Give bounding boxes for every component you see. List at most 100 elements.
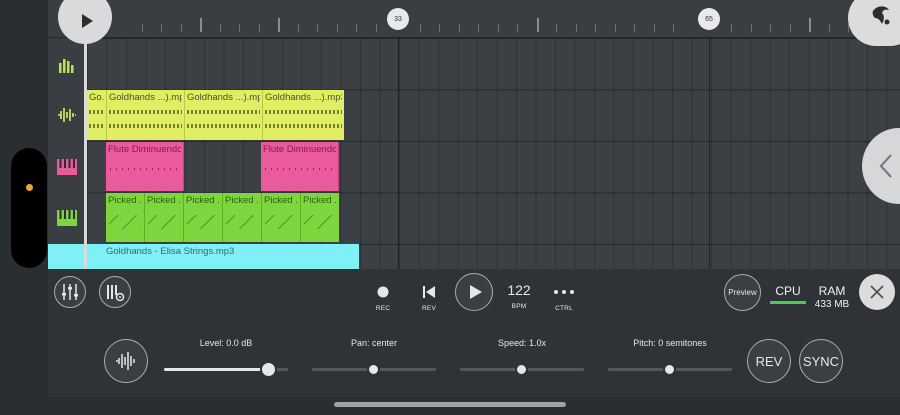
piano-settings-icon: [107, 285, 125, 302]
mixer-button[interactable]: [54, 276, 86, 308]
clip-title: Picked ...: [225, 195, 259, 206]
close-button[interactable]: [859, 274, 895, 310]
mixer-sliders-icon: [62, 284, 78, 300]
audio-clip[interactable]: Goldhands ...).mp3: [263, 90, 344, 140]
skip-back-icon: [422, 283, 436, 301]
rewind-label: REV: [422, 305, 436, 312]
ruler-tick: [770, 24, 771, 32]
preview-label: Preview: [728, 288, 757, 297]
clip-title: Picked ...: [147, 195, 181, 206]
ruler-tick: [181, 24, 182, 32]
pan-thumb[interactable]: [367, 363, 380, 376]
reverse-label: REV: [755, 353, 783, 369]
clip-title: Picked ...: [264, 195, 298, 206]
level-bars-icon: [59, 59, 74, 73]
ruler-tick: [634, 24, 635, 32]
transport-play-button[interactable]: [455, 273, 493, 311]
play-icon: [469, 285, 482, 299]
bar-marker: 33: [387, 8, 409, 30]
clip-title: Goldhands ...).mp3: [265, 92, 342, 103]
more-dots-icon: [553, 283, 575, 301]
pattern-clip[interactable]: Picked ...: [184, 193, 223, 242]
timeline-ruler[interactable]: 33 65: [48, 0, 900, 38]
audio-clip[interactable]: Goldhands ...).mp3: [107, 90, 185, 140]
pattern-clip[interactable]: Picked ...: [106, 193, 145, 242]
sync-button[interactable]: SYNC: [799, 339, 843, 383]
clip-title: Goldhands ...).mp3: [187, 92, 260, 103]
piano-icon: [57, 210, 77, 226]
ruler-tick: [220, 24, 221, 32]
audio-clip[interactable]: Goldhands ...).mp3: [185, 90, 263, 140]
ruler-tick: [790, 24, 791, 32]
clip-waveform: [265, 124, 342, 128]
clip-title: Go...: [89, 92, 104, 103]
reverse-button[interactable]: REV: [747, 339, 791, 383]
ruler-tick: [259, 24, 260, 32]
bar-line: [709, 38, 710, 269]
pattern-clip[interactable]: Picked ...: [145, 193, 184, 242]
tempo-control[interactable]: 122 BPM: [501, 281, 537, 310]
ruler-tick: [498, 24, 499, 32]
ruler-tick: [439, 24, 440, 32]
clip-waveform: [187, 110, 260, 114]
clip-notes: [304, 215, 336, 229]
audio-clip-selected[interactable]: Goldhands - Elisa Strings.mp3: [48, 244, 359, 269]
clip-notes: [265, 168, 334, 170]
chevron-left-icon: [879, 154, 892, 178]
pattern-clip[interactable]: Picked ...: [301, 193, 339, 242]
instrument-settings-button[interactable]: [99, 276, 131, 308]
ruler-tick: [731, 24, 732, 32]
pattern-clip[interactable]: Picked ...: [262, 193, 301, 242]
status-dot: [26, 184, 33, 191]
speed-label: Speed: 1.0x: [497, 338, 547, 348]
level-fill: [164, 368, 269, 371]
waveform-button[interactable]: [104, 339, 148, 383]
piano-icon: [57, 159, 77, 175]
playlist-grid[interactable]: Go... Goldhands ...).mp3 Goldhands ...).…: [48, 38, 900, 269]
ctrl-label: CTRL: [555, 305, 573, 312]
record-button[interactable]: REC: [365, 283, 401, 312]
track-header-1[interactable]: [54, 52, 80, 78]
track-headers: [48, 38, 85, 271]
pattern-clip[interactable]: Picked ...: [223, 193, 262, 242]
track-header-2[interactable]: [54, 102, 80, 128]
clip-waveform: [89, 124, 104, 128]
clip-notes: [110, 168, 179, 170]
pitch-thumb[interactable]: [663, 363, 676, 376]
speed-thumb[interactable]: [515, 363, 528, 376]
record-icon: [377, 283, 389, 301]
clip-notes: [265, 215, 297, 229]
clip-title: Picked ...: [108, 195, 142, 206]
clip-notes: [109, 215, 141, 229]
ctrl-button[interactable]: CTRL: [546, 283, 582, 312]
home-indicator[interactable]: [334, 402, 566, 407]
ruler-tick: [654, 24, 655, 32]
pattern-clip[interactable]: Flute Diminuendo: [261, 142, 339, 191]
clip-title: Picked ...: [186, 195, 220, 206]
daw-app: 33 65 Go... Goldhands ...).mp3: [0, 0, 900, 415]
ruler-tick: [517, 24, 518, 32]
level-thumb[interactable]: [260, 361, 277, 378]
clip-waveform: [265, 110, 342, 114]
ram-meter[interactable]: RAM 433 MB: [810, 284, 854, 310]
ruler-tick: [673, 24, 674, 32]
ruler-tick: [576, 24, 577, 32]
preview-button[interactable]: Preview: [724, 274, 761, 311]
clip-notes: [187, 215, 219, 229]
ruler-tick: [337, 24, 338, 32]
cpu-meter[interactable]: CPU: [770, 284, 806, 304]
ruler-tick: [239, 24, 240, 32]
side-notch: [11, 148, 47, 268]
playhead[interactable]: [84, 38, 87, 269]
rewind-button[interactable]: REV: [411, 283, 447, 312]
ruler-tick: [317, 24, 318, 32]
clip-waveform: [109, 124, 182, 128]
track-header-3[interactable]: [54, 154, 80, 180]
ruler-tick: [376, 24, 377, 32]
track-header-4[interactable]: [54, 205, 80, 231]
pattern-clip[interactable]: Flute Diminuendo: [106, 142, 184, 191]
ruler-tick: [615, 24, 616, 32]
audio-clip[interactable]: Go...: [87, 90, 107, 140]
ruler-tick: [595, 24, 596, 32]
clip-notes: [148, 215, 180, 229]
